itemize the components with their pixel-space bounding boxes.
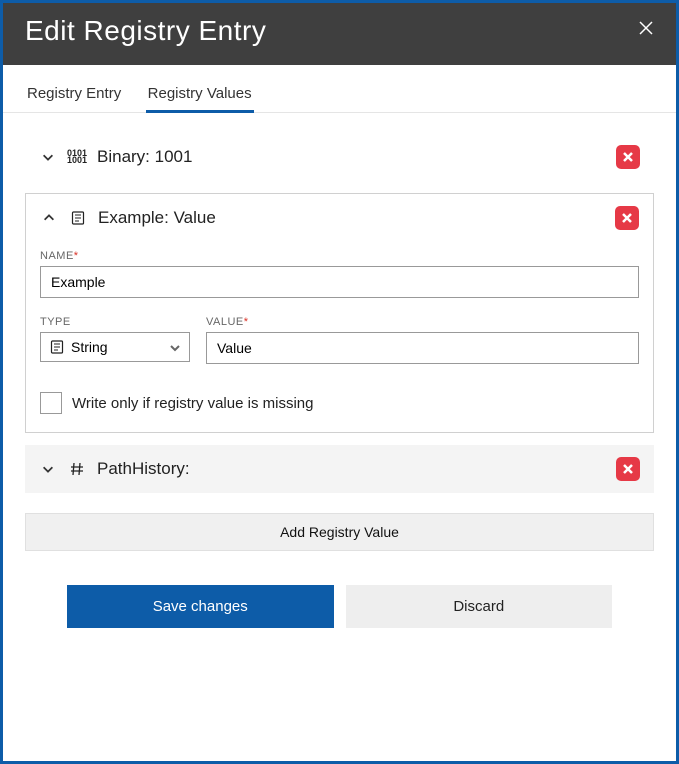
name-input[interactable] bbox=[40, 266, 639, 298]
hash-icon bbox=[65, 461, 89, 477]
dialog-footer: Save changes Discard bbox=[67, 571, 612, 642]
close-button[interactable] bbox=[638, 15, 654, 42]
registry-value-item: PathHistory: bbox=[25, 445, 654, 493]
type-value: String bbox=[71, 339, 163, 355]
dialog-title: Edit Registry Entry bbox=[25, 15, 266, 47]
save-button[interactable]: Save changes bbox=[67, 585, 334, 628]
item-header[interactable]: Example: Value bbox=[26, 194, 653, 242]
dialog-header: Edit Registry Entry bbox=[3, 3, 676, 65]
item-title: Example: Value bbox=[98, 208, 615, 228]
chevron-up-icon bbox=[40, 211, 58, 225]
delete-button[interactable] bbox=[616, 457, 640, 481]
checkbox-row: Write only if registry value is missing bbox=[40, 392, 639, 414]
item-body: NAME* TYPE String VALU bbox=[26, 242, 653, 432]
string-icon bbox=[49, 339, 65, 355]
chevron-down-icon bbox=[39, 150, 57, 164]
write-if-missing-checkbox[interactable] bbox=[40, 392, 62, 414]
value-label: VALUE* bbox=[206, 316, 639, 328]
tab-registry-entry[interactable]: Registry Entry bbox=[25, 79, 123, 113]
item-title: Binary: 1001 bbox=[97, 147, 616, 167]
discard-button[interactable]: Discard bbox=[346, 585, 613, 628]
chevron-down-icon bbox=[169, 341, 181, 353]
binary-icon: 01011001 bbox=[65, 150, 89, 164]
name-label: NAME* bbox=[40, 250, 639, 262]
item-header[interactable]: PathHistory: bbox=[25, 445, 654, 493]
registry-value-item: Example: Value NAME* TYPE String bbox=[25, 193, 654, 433]
tab-registry-values[interactable]: Registry Values bbox=[146, 79, 254, 113]
delete-button[interactable] bbox=[615, 206, 639, 230]
content-area: 01011001 Binary: 1001 Example: Value NAM… bbox=[3, 113, 676, 662]
item-header[interactable]: 01011001 Binary: 1001 bbox=[25, 133, 654, 181]
string-icon bbox=[66, 210, 90, 226]
delete-button[interactable] bbox=[616, 145, 640, 169]
value-input[interactable] bbox=[206, 332, 639, 364]
type-label: TYPE bbox=[40, 316, 190, 328]
registry-value-item: 01011001 Binary: 1001 bbox=[25, 133, 654, 181]
chevron-down-icon bbox=[39, 462, 57, 476]
checkbox-label: Write only if registry value is missing bbox=[72, 395, 313, 412]
tabs: Registry Entry Registry Values bbox=[3, 65, 676, 113]
item-title: PathHistory: bbox=[97, 459, 616, 479]
add-registry-value-button[interactable]: Add Registry Value bbox=[25, 513, 654, 551]
type-select[interactable]: String bbox=[40, 332, 190, 362]
